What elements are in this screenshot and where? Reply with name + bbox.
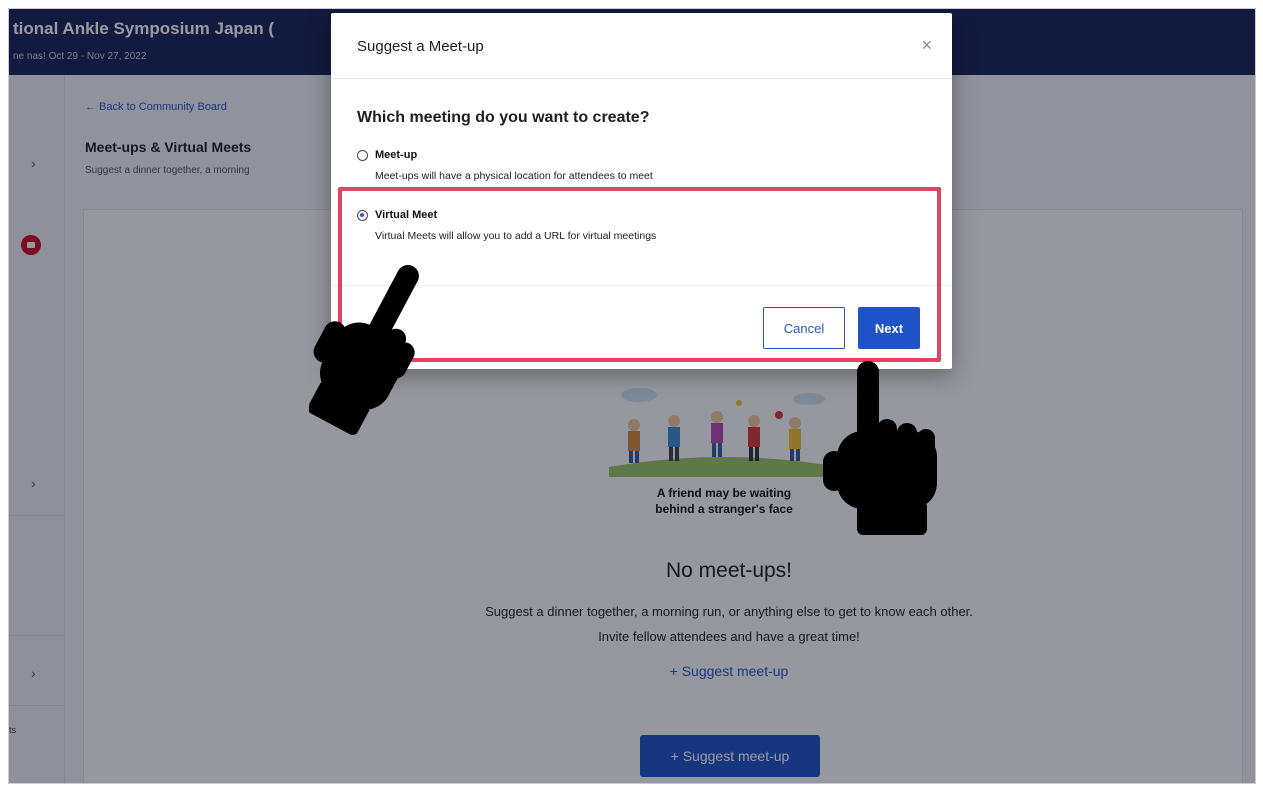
- meetup-radio[interactable]: [357, 150, 368, 161]
- close-icon[interactable]: ×: [921, 35, 932, 56]
- meetup-option-description: Meet-ups will have a physical location f…: [375, 170, 653, 182]
- modal-header: Suggest a Meet-up ×: [331, 13, 952, 79]
- meeting-type-question: Which meeting do you want to create?: [357, 109, 650, 126]
- pointing-hand-icon: [309, 264, 419, 435]
- pointing-hand-icon: [823, 361, 937, 535]
- meetup-option-label: Meet-up: [375, 149, 418, 161]
- browser-viewport: tional Ankle Symposium Japan ( ne nas! O…: [8, 8, 1256, 784]
- screenshot-root: tional Ankle Symposium Japan ( ne nas! O…: [0, 0, 1263, 791]
- modal-title: Suggest a Meet-up: [357, 38, 484, 55]
